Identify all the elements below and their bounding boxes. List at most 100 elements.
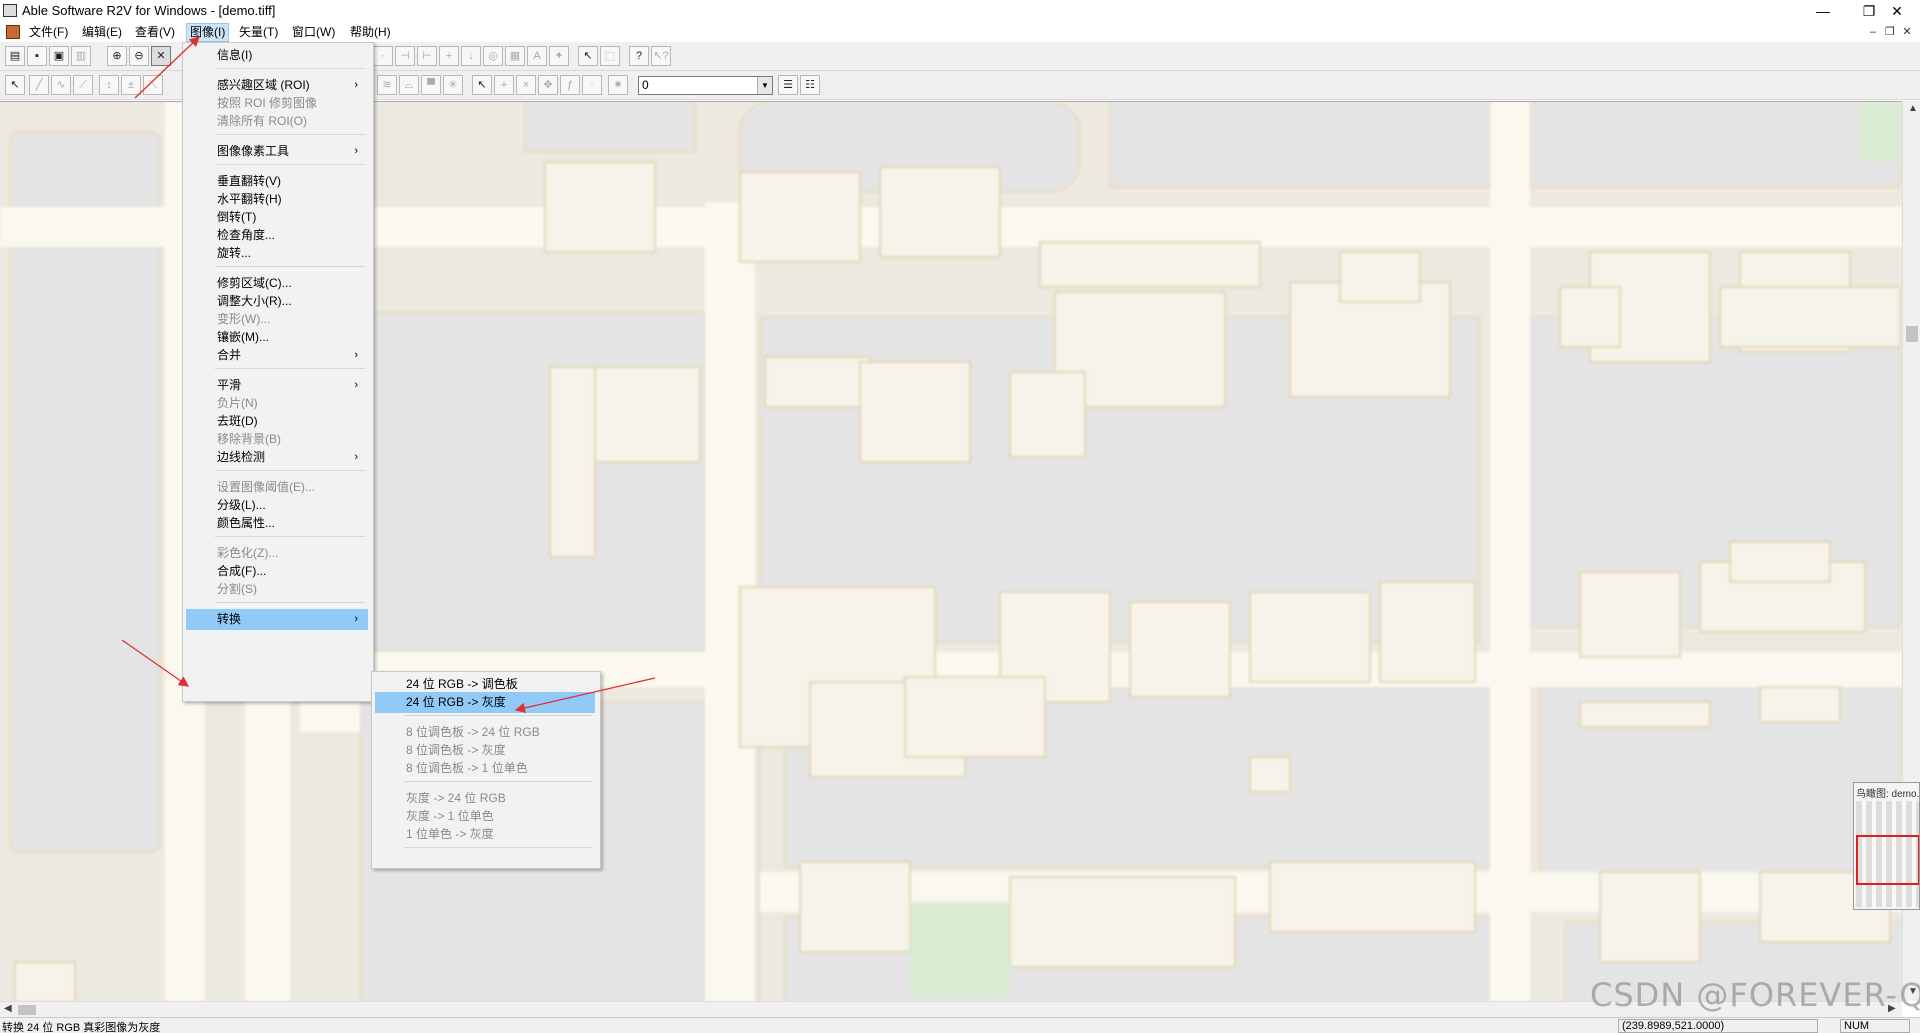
image-menu-item[interactable]: 清除所有 ROI(O) — [186, 111, 368, 132]
menu-vector[interactable]: 矢量(T) — [236, 24, 281, 41]
convert-submenu-item[interactable]: 24 位 RGB -> 灰度 — [375, 692, 595, 713]
close-button[interactable]: ✕ — [1874, 0, 1920, 22]
pointer-icon[interactable]: ↖ — [472, 75, 492, 95]
contour-tool-icon[interactable]: ≋ — [377, 75, 397, 95]
menu-separator — [404, 847, 592, 848]
chevron-right-icon: › — [354, 145, 358, 157]
menu-image[interactable]: 图像(I) — [186, 23, 230, 42]
image-menu-item[interactable]: 合并 › — [186, 345, 368, 366]
image-menu-item[interactable]: 图像像素工具 › — [186, 141, 368, 162]
select-area-icon[interactable]: ⬚ — [600, 46, 620, 66]
zoom-out-icon[interactable]: ⊖ — [129, 46, 149, 66]
convert-submenu-item[interactable]: 8 位调色板 -> 1 位单色 — [375, 758, 595, 779]
minimize-button[interactable]: — — [1800, 0, 1846, 22]
scroll-up-icon[interactable]: ▲ — [1908, 103, 1918, 114]
convert-submenu-item[interactable]: 1 位单色 -> 灰度 — [375, 824, 595, 845]
scroll-left-icon[interactable]: ◀ — [4, 1003, 12, 1014]
menu-item-label: 平滑 — [217, 378, 242, 392]
menu-separator — [215, 266, 365, 267]
menu-item-label: 图像像素工具 — [217, 144, 290, 158]
polyline-tool-icon[interactable]: ⟋ — [73, 75, 93, 95]
add-node-icon[interactable]: + — [494, 75, 514, 95]
menu-item-label: 镶嵌(M)... — [217, 330, 269, 344]
snap-tool-icon[interactable]: ↓ — [461, 46, 481, 66]
open-folder-icon[interactable]: ▤ — [5, 46, 25, 66]
menu-item-label: 感兴趣区域 (ROI) — [217, 78, 310, 92]
image-menu-item[interactable]: 分割(S) — [186, 579, 368, 600]
elevation-combo[interactable]: 0 ▼ — [638, 76, 773, 95]
fill-tool-icon[interactable]: ▀ — [421, 75, 441, 95]
image-menu-item[interactable]: 转换 › — [186, 609, 368, 630]
mdi-restore-button[interactable]: ❐ — [1883, 25, 1897, 38]
arrow-select-icon[interactable]: ↖ — [5, 75, 25, 95]
vertical-tool-icon[interactable]: ↕ — [99, 75, 119, 95]
zoom-in-icon[interactable]: ⊕ — [107, 46, 127, 66]
move-node-icon[interactable]: ✥ — [538, 75, 558, 95]
point-tool-icon[interactable]: + — [439, 46, 459, 66]
menu-separator — [215, 470, 365, 471]
menu-separator — [215, 68, 365, 69]
print-icon[interactable]: ▥ — [71, 46, 91, 66]
mdi-close-button[interactable]: ✕ — [1900, 25, 1914, 38]
convert-submenu: 24 位 RGB -> 调色板 24 位 RGB -> 灰度 8 位调色板 -> 2… — [371, 671, 601, 869]
line-tool-icon[interactable]: ╱ — [29, 75, 49, 95]
edge-tool-icon[interactable]: ⊣ — [395, 46, 415, 66]
menu-help[interactable]: 帮助(H) — [347, 24, 394, 41]
app-window: Able Software R2V for Windows - [demo.ti… — [0, 0, 1920, 1033]
target-tool-icon[interactable]: ◎ — [483, 46, 503, 66]
menu-item-label: 8 位调色板 -> 24 位 RGB — [406, 725, 540, 739]
menu-item-label: 旋转... — [217, 246, 252, 260]
burst-tool-icon[interactable]: ✳ — [443, 75, 463, 95]
chevron-down-icon[interactable]: ▼ — [757, 77, 772, 94]
image-menu-item[interactable]: 旋转... — [186, 243, 368, 264]
crosshair-tool-icon[interactable]: ✦ — [549, 46, 569, 66]
split-tool-icon[interactable]: ± — [121, 75, 141, 95]
image-menu-item[interactable]: 信息(I) — [186, 45, 368, 66]
menu-item-label: 颜色属性... — [217, 516, 276, 530]
chevron-right-icon: › — [354, 349, 358, 361]
join-tool-icon[interactable]: ⊢ — [417, 46, 437, 66]
text-tool-icon[interactable]: A — [527, 46, 547, 66]
vertical-scroll-thumb[interactable] — [1906, 326, 1918, 342]
mdi-minimize-button[interactable]: – — [1866, 26, 1880, 38]
menu-separator — [215, 536, 365, 537]
layer-edit-icon[interactable]: ☷ — [800, 75, 820, 95]
help-icon[interactable]: ? — [629, 46, 649, 66]
status-bar: 转换 24 位 RGB 真彩图像为灰度 (239.8989,521.0000) … — [0, 1017, 1920, 1033]
save-icon[interactable]: ▪ — [27, 46, 47, 66]
num-lock-indicator: NUM — [1840, 1019, 1910, 1033]
menu-view[interactable]: 查看(V) — [132, 24, 178, 41]
region-tool-icon[interactable]: ⌓ — [399, 75, 419, 95]
id-node-icon[interactable]: · — [582, 75, 602, 95]
menu-item-label: 倒转(T) — [217, 210, 257, 224]
menu-file[interactable]: 文件(F) — [26, 24, 71, 41]
layer-list-icon[interactable]: ☰ — [778, 75, 798, 95]
save-all-icon[interactable]: ▣ — [49, 46, 69, 66]
horizontal-scroll-thumb[interactable] — [18, 1005, 36, 1015]
app-icon — [3, 4, 17, 17]
overview-viewport[interactable] — [1856, 835, 1919, 885]
menu-window[interactable]: 窗口(W) — [289, 24, 338, 41]
menu-item-label: 按照 ROI 修剪图像 — [217, 96, 318, 110]
image-menu-item[interactable]: 边线检测 › — [186, 447, 368, 468]
document-icon[interactable] — [6, 25, 20, 39]
curve-tool-icon[interactable]: ∿ — [51, 75, 71, 95]
menu-item-label: 8 位调色板 -> 灰度 — [406, 743, 506, 757]
pan-tool-icon[interactable]: ✕ — [151, 46, 171, 66]
elevation-value: 0 — [642, 78, 649, 92]
node-tool-icon[interactable]: · — [373, 46, 393, 66]
label-node-icon[interactable]: ƒ — [560, 75, 580, 95]
menu-edit[interactable]: 编辑(E) — [79, 24, 125, 41]
menu-item-label: 变形(W)... — [217, 312, 271, 326]
select-tool-icon[interactable]: ↖ — [578, 46, 598, 66]
menu-item-label: 转换 — [217, 612, 242, 626]
overview-panel[interactable]: 鸟瞰图: demo.tiff — [1853, 782, 1920, 910]
grid-tool-icon[interactable]: ▦ — [505, 46, 525, 66]
image-menu-item[interactable]: 颜色属性... — [186, 513, 368, 534]
context-help-icon[interactable]: ↖? — [651, 46, 671, 66]
overview-title: 鸟瞰图: demo.tiff — [1856, 789, 1920, 800]
delete-node-icon[interactable]: × — [516, 75, 536, 95]
menu-item-label: 移除背景(B) — [217, 432, 281, 446]
diagonal-tool-icon[interactable]: ⟍ — [143, 75, 163, 95]
value-tool-icon[interactable]: ✷ — [608, 75, 628, 95]
